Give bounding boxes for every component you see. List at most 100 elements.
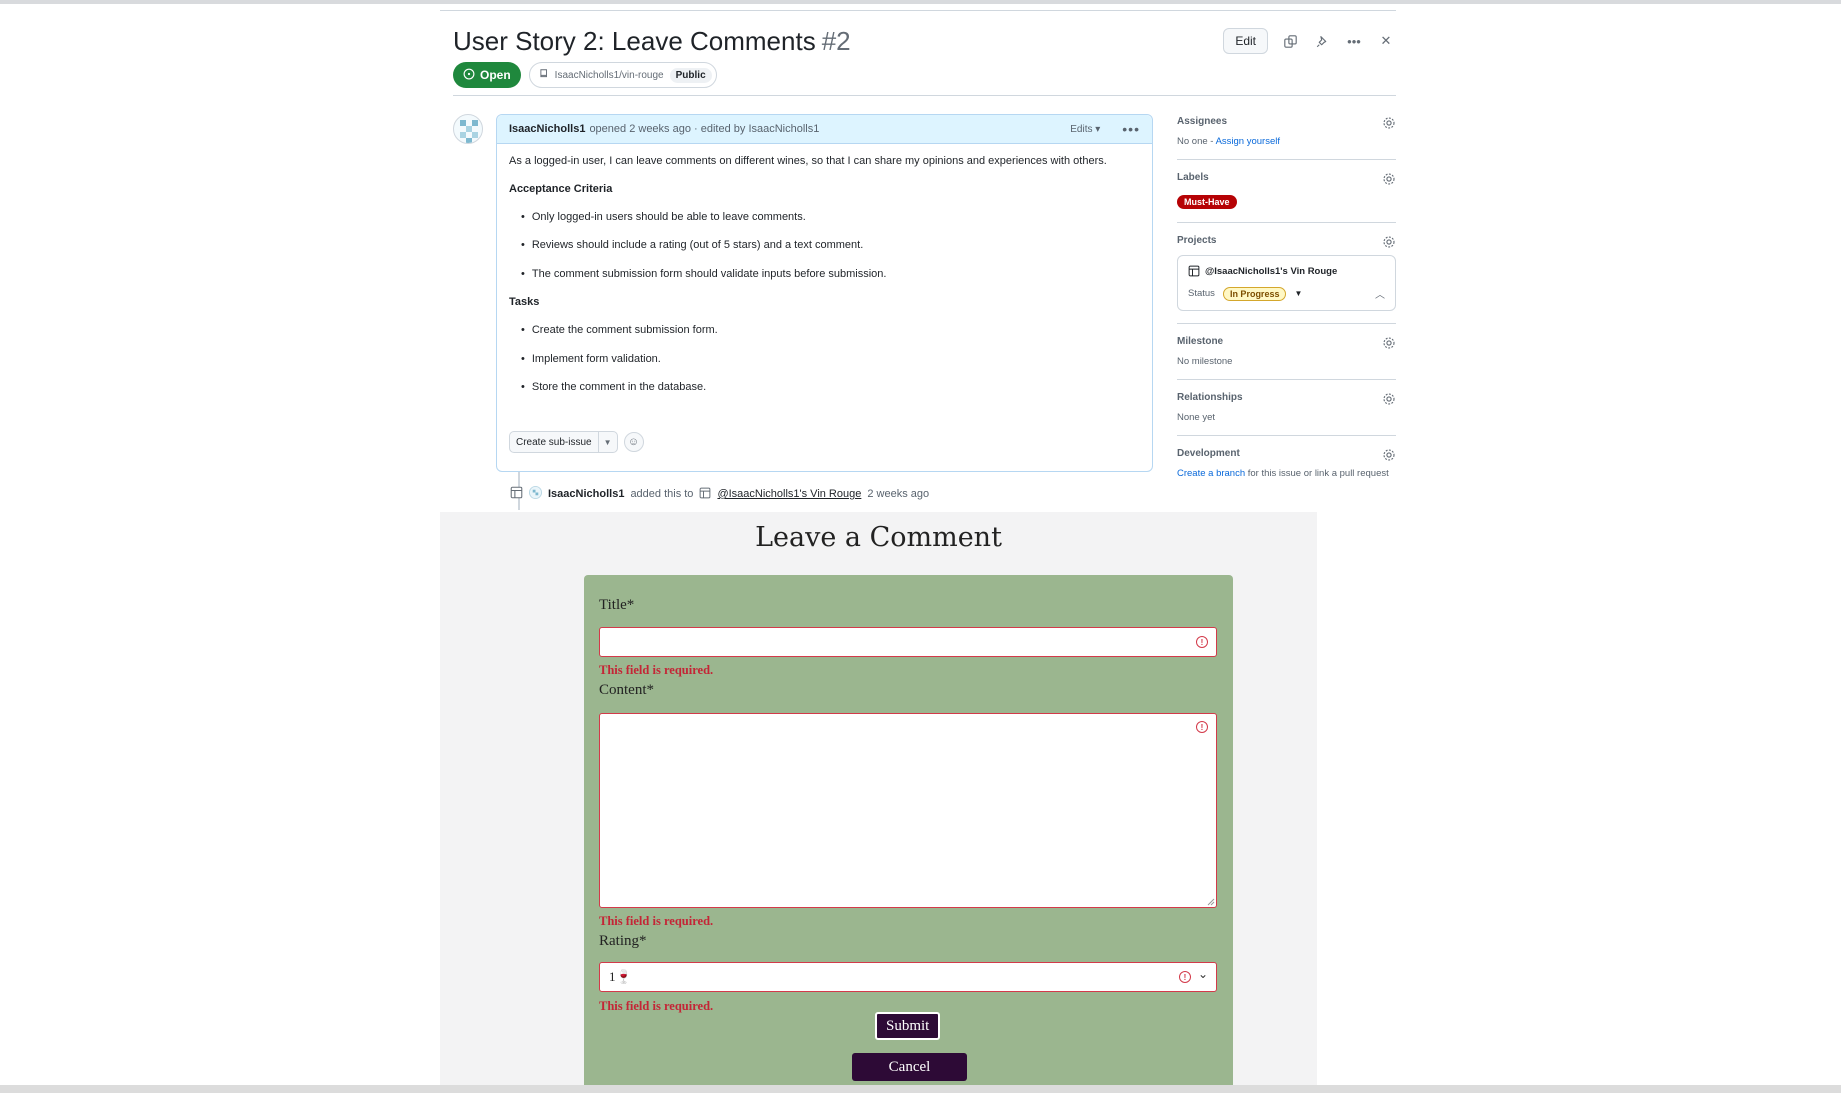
labels-title: Labels (1177, 172, 1209, 183)
development-value: Create a branch for this issue or link a… (1177, 468, 1396, 479)
issue-title-text: User Story 2: Leave Comments (453, 26, 816, 56)
issue-actions: Edit ••• ✕ (1223, 28, 1396, 54)
issue-state-badge: Open (453, 62, 521, 88)
milestone-title: Milestone (1177, 336, 1224, 347)
issue-state-label: Open (480, 68, 511, 82)
submit-button[interactable]: Submit (875, 1012, 941, 1040)
comment-body: As a logged-in user, I can leave comment… (497, 144, 1152, 394)
chevron-up-icon[interactable]: ︿ (1375, 286, 1385, 301)
project-card: @IsaacNicholls1's Vin Rouge Status In Pr… (1177, 255, 1396, 311)
timeline-time: 2 weeks ago (867, 488, 930, 500)
chevron-down-icon[interactable]: ▼ (599, 438, 617, 447)
create-sub-issue-label: Create sub-issue (510, 432, 599, 452)
gear-icon[interactable] (1382, 172, 1396, 186)
label-must-have[interactable]: Must-Have (1177, 195, 1237, 209)
comment-form-page: Leave a Comment Title* ! This field is r… (440, 512, 1317, 1085)
comment-author[interactable]: IsaacNicholls1 (509, 123, 585, 135)
copy-icon[interactable] (1280, 31, 1300, 51)
comment-header: IsaacNicholls1 opened 2 weeks ago · edit… (497, 115, 1152, 144)
list-item: Create the comment submission form. (521, 323, 1140, 337)
edits-label: Edits (1070, 123, 1093, 135)
projects-title: Projects (1177, 235, 1217, 246)
list-item: Store the comment in the database. (521, 380, 1140, 394)
gear-icon[interactable] (1382, 336, 1396, 350)
title-error: This field is required. (599, 663, 714, 677)
form-heading: Leave a Comment (755, 522, 1002, 553)
story-statement: As a logged-in user, I can leave comment… (509, 155, 1107, 167)
list-item: Reviews should include a rating (out of … (521, 238, 1140, 252)
error-icon: ! (1179, 971, 1191, 983)
comment-options-icon[interactable]: ••• (1122, 121, 1140, 137)
assign-yourself-link[interactable]: Assign yourself (1216, 136, 1280, 147)
title-input[interactable]: ! (599, 627, 1217, 657)
create-branch-link[interactable]: Create a branch (1177, 468, 1245, 479)
panel-top-divider (440, 10, 1396, 11)
gear-icon[interactable] (1382, 235, 1396, 249)
status-badge[interactable]: In Progress (1222, 286, 1287, 301)
window-top-border (0, 0, 1841, 4)
content-textarea[interactable]: ! (599, 713, 1217, 908)
status-label: Status (1188, 288, 1215, 299)
github-issue-panel: User Story 2: Leave Comments #2 Edit ••• … (440, 6, 1396, 510)
gear-icon[interactable] (1382, 116, 1396, 130)
header-divider (453, 95, 1396, 96)
issue-title: User Story 2: Leave Comments #2 (453, 26, 851, 57)
relationships-value: None yet (1177, 412, 1216, 423)
title-label: Title* (599, 597, 635, 613)
pin-icon[interactable] (1312, 31, 1332, 51)
window-bottom-border (0, 1085, 1841, 1093)
list-item: The comment submission form should valid… (521, 267, 1140, 281)
timeline-avatar (529, 486, 542, 502)
assignees-value: No one - Assign yourself (1177, 136, 1396, 147)
project-name[interactable]: @IsaacNicholls1's Vin Rouge (1205, 266, 1337, 277)
create-sub-issue-button[interactable]: Create sub-issue ▼ (509, 431, 618, 453)
list-item: Implement form validation. (521, 352, 1140, 366)
development-title: Development (1177, 448, 1240, 459)
chevron-down-icon[interactable]: ⌄ (1198, 967, 1208, 981)
gear-icon[interactable] (1382, 392, 1396, 406)
comment-footer: Create sub-issue ▼ ☺ (509, 431, 644, 453)
error-icon: ! (1196, 721, 1208, 733)
issue-sidebar: Assignees No one - Assign yourself Label… (1177, 116, 1396, 503)
issue-body-comment: IsaacNicholls1 opened 2 weeks ago · edit… (496, 114, 1153, 472)
sidebar-development: Development Create a branch for this iss… (1177, 448, 1396, 491)
rating-value: 1🍷 (609, 969, 632, 984)
visibility-badge: Public (669, 67, 712, 83)
project-status-row: Status In Progress ▼ ︿ (1188, 286, 1385, 301)
rating-label: Rating* (599, 933, 647, 949)
edit-button[interactable]: Edit (1223, 28, 1268, 54)
timeline-actor[interactable]: IsaacNicholls1 (548, 488, 624, 500)
tasks-list: Create the comment submission form. Impl… (509, 323, 1140, 394)
list-item: Only logged-in users should be able to l… (521, 210, 1140, 224)
content-label: Content* (599, 682, 654, 698)
close-icon[interactable]: ✕ (1376, 31, 1396, 51)
chevron-down-icon[interactable]: ▼ (1294, 289, 1302, 298)
project-name-row: @IsaacNicholls1's Vin Rouge (1188, 265, 1385, 277)
timeline-event: IsaacNicholls1 added this to @IsaacNicho… (510, 486, 929, 502)
sidebar-assignees: Assignees No one - Assign yourself (1177, 116, 1396, 160)
author-avatar[interactable] (453, 114, 483, 144)
project-table-icon (1188, 265, 1200, 277)
development-text: for this issue or link a pull request (1245, 468, 1389, 479)
error-icon: ! (1196, 636, 1208, 648)
gear-icon[interactable] (1382, 448, 1396, 462)
cancel-button[interactable]: Cancel (852, 1053, 967, 1081)
comment-form: Title* ! This field is required. Content… (584, 575, 1233, 1085)
more-options-icon[interactable]: ••• (1344, 31, 1364, 51)
acceptance-list: Only logged-in users should be able to l… (509, 210, 1140, 281)
resize-handle-icon[interactable] (1207, 898, 1215, 906)
sidebar-relationships: Relationships None yet (1177, 392, 1396, 436)
add-reaction-icon[interactable]: ☺ (623, 432, 644, 452)
assignees-title: Assignees (1177, 116, 1228, 127)
tasks-heading: Tasks (509, 296, 540, 309)
edits-dropdown[interactable]: Edits ▾ (1070, 124, 1100, 135)
project-table-icon (699, 487, 711, 502)
repo-pill[interactable]: IsaacNicholls1/vin-rouge Public (528, 62, 717, 88)
repo-name: IsaacNicholls1/vin-rouge (554, 69, 664, 81)
sidebar-milestone: Milestone No milestone (1177, 336, 1396, 380)
rating-select[interactable]: 1🍷 ! ⌄ (599, 962, 1217, 992)
assignees-empty: No one - (1177, 136, 1216, 147)
timeline-project-link[interactable]: @IsaacNicholls1's Vin Rouge (717, 488, 861, 500)
open-issue-icon (463, 68, 475, 83)
issue-meta: Open IsaacNicholls1/vin-rouge Public (453, 62, 717, 88)
